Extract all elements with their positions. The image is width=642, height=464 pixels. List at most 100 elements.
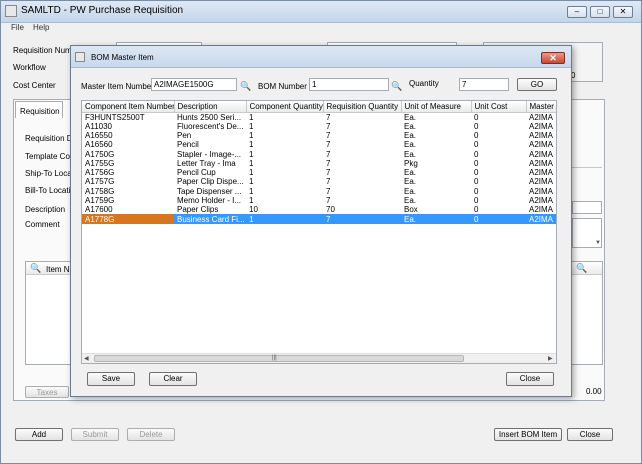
comment-scroll-down-icon[interactable]: ▼ [595,240,601,246]
table-cell: A2IMA [529,196,554,206]
dialog-title-bar: BOM Master Item ✕ [71,46,571,68]
table-cell: Stapler - Image-... [177,149,242,159]
close-button[interactable]: Close [567,428,613,441]
table-cell: A1758G [85,186,115,196]
column-header[interactable]: Component Item Number [82,101,175,113]
table-row[interactable]: A1759G Memo Holder - I... 1 7 Ea. 0 A2IMA [82,196,556,206]
dialog-close-icon[interactable]: ✕ [541,52,565,64]
menu-bar: File Help [1,23,641,35]
table-cell: 7 [326,112,331,122]
table-cell: Paper Clip Dispe... [177,177,244,187]
tab-requisition[interactable]: Requisition [15,101,63,118]
template-code-label: Template Cod [25,152,75,161]
master-item-number-input[interactable]: A2IMAGE1500G [151,78,237,91]
table-cell: A2IMA [529,168,554,178]
bill-to-label: Bill-To Locati [25,186,71,195]
table-cell: Ea. [404,168,417,178]
scroll-left-icon[interactable]: ◀ [84,355,89,362]
table-cell: A17600 [85,205,113,215]
column-header[interactable]: Requisition Quantity [323,101,402,113]
bom-number-input[interactable]: 1 [309,78,389,91]
master-item-search-icon[interactable]: 🔍 [240,81,251,92]
app-icon [5,5,17,17]
table-cell: 7 [323,214,401,224]
minimize-button[interactable]: – [567,6,587,18]
column-header[interactable]: Unit of Measure [401,101,472,113]
items-search-icon-right[interactable]: 🔍 [576,263,587,274]
table-cell: Letter Tray - Ima [177,158,236,168]
table-cell: A2IMA [529,140,554,150]
go-button[interactable]: GO [517,78,557,91]
table-cell: Pkg [404,158,418,168]
table-row[interactable]: A17600 Paper Clips 10 70 Box 0 A2IMA [82,205,556,215]
menu-help[interactable]: Help [33,23,49,32]
bom-table: Component Item Number Description Componen… [82,101,556,224]
table-row[interactable]: A1778G Business Card Fi... 1 7 Ea. 0 A2IMA [82,214,556,224]
submit-button[interactable]: Submit [71,428,119,441]
add-button[interactable]: Add [15,428,63,441]
table-cell: F3HUNTS2500T [85,112,145,122]
table-cell: Business Card Fi... [174,214,246,224]
horizontal-scrollbar[interactable]: ◀ ||| ▶ [82,353,556,363]
table-cell: 1 [249,186,254,196]
dialog-title: BOM Master Item [91,53,154,62]
table-row[interactable]: A16550 Pen 1 7 Ea. 0 A2IMA [82,130,556,140]
table-cell: Pen [177,130,192,140]
dialog-close-button[interactable]: Close [506,372,554,386]
table-cell: Ea. [404,177,417,187]
tab-requisition-label: Requisition [20,107,60,116]
table-cell: 0 [474,186,479,196]
master-item-number-label: Master Item Number [81,82,154,91]
delete-button[interactable]: Delete [127,428,175,441]
table-cell: 0 [474,205,479,215]
bom-number-search-icon[interactable]: 🔍 [391,81,402,92]
table-cell: A2IMA [526,214,556,224]
table-cell: A2IMA [529,186,554,196]
comment-label: Comment [25,220,60,229]
quantity-label: Quantity [409,79,439,88]
table-row[interactable]: A1756G Pencil Cup 1 7 Ea. 0 A2IMA [82,168,556,178]
total-value: 0.00 [586,387,602,396]
table-row[interactable]: F3HUNTS2500T Hunts 2500 Seri... 1 7 Ea. 0 A2IM… [82,112,556,122]
column-header[interactable]: Unit Cost [471,101,527,113]
insert-bom-item-button[interactable]: Insert BOM Item [494,428,562,441]
table-cell: A16560 [85,140,113,150]
table-cell: Fluorescent's De... [177,121,244,131]
table-cell: 7 [326,177,331,187]
clear-button[interactable]: Clear [149,372,197,386]
table-row[interactable]: A1750G Stapler - Image-... 1 7 Ea. 0 A2IMA [82,149,556,159]
table-cell: Box [404,205,418,215]
table-cell: Tape Dispenser ... [177,186,242,196]
quantity-input[interactable]: 7 [459,78,509,91]
column-header[interactable]: Master [526,101,556,113]
table-cell: Ea. [404,149,417,159]
close-window-button[interactable]: ✕ [613,6,633,18]
table-cell: Pencil Cup [177,168,216,178]
items-search-icon[interactable]: 🔍 [30,263,41,274]
taxes-button[interactable]: Taxes [25,386,69,398]
table-cell: A2IMA [529,149,554,159]
dialog-icon [75,52,85,62]
maximize-button[interactable]: □ [590,6,610,18]
table-cell: A2IMA [529,177,554,187]
table-row[interactable]: A1757G Paper Clip Dispe... 1 7 Ea. 0 A2IMA [82,177,556,187]
scroll-right-icon[interactable]: ▶ [548,355,553,362]
table-row[interactable]: A1755G Letter Tray - Ima 1 7 Pkg 0 A2IMA [82,158,556,168]
save-button[interactable]: Save [87,372,135,386]
table-cell: 0 [474,168,479,178]
table-row[interactable]: A11030 Fluorescent's De... 1 7 Ea. 0 A2IMA [82,121,556,131]
scroll-thumb[interactable] [94,355,464,362]
menu-file[interactable]: File [11,23,24,32]
column-header[interactable]: Description [174,101,247,113]
table-row[interactable]: A1758G Tape Dispenser ... 1 7 Ea. 0 A2IMA [82,186,556,196]
table-cell: A2IMA [529,130,554,140]
window-title: SAMLTD - PW Purchase Requisition [21,5,184,16]
column-header[interactable]: Component Quantity [246,101,324,113]
table-row[interactable]: A16560 Pencil 1 7 Ea. 0 A2IMA [82,140,556,150]
bom-grid[interactable]: Component Item Number Description Componen… [81,100,557,364]
scroll-grip-icon: ||| [272,355,277,361]
table-cell: Ea. [404,140,417,150]
table-cell: 1 [249,168,254,178]
divider [572,167,602,168]
description-field[interactable] [572,201,602,214]
